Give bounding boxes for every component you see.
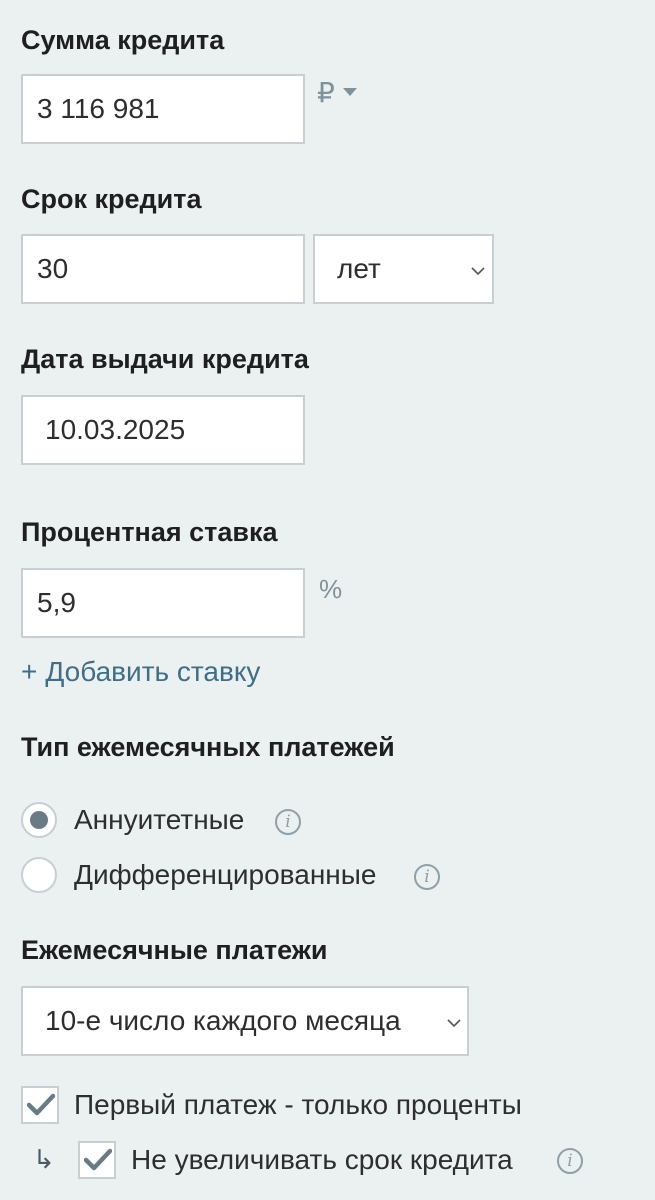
checkbox-row-first-payment[interactable]: Первый платеж - только проценты <box>21 1085 561 1125</box>
issue-date-label: Дата выдачи кредита <box>21 344 309 374</box>
annuity-label: Аннуитетные <box>74 804 245 835</box>
chevron-down-icon <box>471 267 485 276</box>
loan-term-label: Срок кредита <box>21 184 202 214</box>
currency-select[interactable]: ₽ <box>317 78 361 110</box>
monthly-payments-value: 10-е число каждого месяца <box>45 1005 401 1036</box>
checkmark-icon <box>84 1148 112 1171</box>
radio-differentiated[interactable] <box>21 857 57 893</box>
payment-type-label: Тип ежемесячных платежей <box>21 732 395 762</box>
no-extend-checkbox[interactable] <box>78 1141 116 1179</box>
add-rate-label: Добавить ставку <box>45 656 261 687</box>
monthly-payments-select[interactable]: 10-е число каждого месяца <box>21 986 469 1056</box>
chevron-down-icon <box>343 88 357 96</box>
chevron-down-icon <box>447 1019 461 1028</box>
radio-annuity[interactable] <box>21 802 57 838</box>
percent-unit: % <box>319 574 343 604</box>
loan-term-value: 30 <box>37 253 69 284</box>
loan-term-input[interactable]: 30 <box>21 234 305 304</box>
interest-rate-input[interactable]: 5,9 <box>21 568 305 638</box>
checkbox-row-no-extend[interactable]: ↳ Не увеличивать срок кредита i <box>33 1140 593 1180</box>
issue-date-value: 10.03.2025 <box>45 414 186 445</box>
loan-amount-label: Сумма кредита <box>21 25 225 55</box>
loan-term-unit-select[interactable]: лет <box>313 234 494 304</box>
info-icon[interactable]: i <box>557 1148 583 1174</box>
payment-type-option-differentiated[interactable]: Дифференцированные i <box>21 856 451 896</box>
loan-amount-value: 3 116 981 <box>37 93 160 124</box>
interest-rate-label: Процентная ставка <box>21 517 278 547</box>
payment-type-option-annuity[interactable]: Аннуитетные i <box>21 801 311 841</box>
add-rate-link[interactable]: + Добавить ставку <box>21 655 260 689</box>
radio-selected-dot <box>30 811 48 829</box>
no-extend-label: Не увеличивать срок кредита <box>131 1144 513 1175</box>
interest-rate-value: 5,9 <box>37 587 76 618</box>
first-payment-checkbox[interactable] <box>21 1086 59 1124</box>
plus-icon: + <box>21 656 38 687</box>
monthly-payments-label: Ежемесячные платежи <box>21 935 328 965</box>
sub-arrow-icon: ↳ <box>33 1145 55 1175</box>
info-icon[interactable]: i <box>414 864 440 890</box>
loan-amount-input[interactable]: 3 116 981 <box>21 74 305 144</box>
info-icon[interactable]: i <box>275 809 301 835</box>
issue-date-input[interactable]: 10.03.2025 <box>21 395 305 465</box>
first-payment-label: Первый платеж - только проценты <box>74 1089 522 1120</box>
ruble-icon: ₽ <box>317 77 335 108</box>
differentiated-label: Дифференцированные <box>74 859 377 890</box>
loan-term-unit-value: лет <box>337 253 381 284</box>
checkmark-icon <box>27 1093 55 1116</box>
